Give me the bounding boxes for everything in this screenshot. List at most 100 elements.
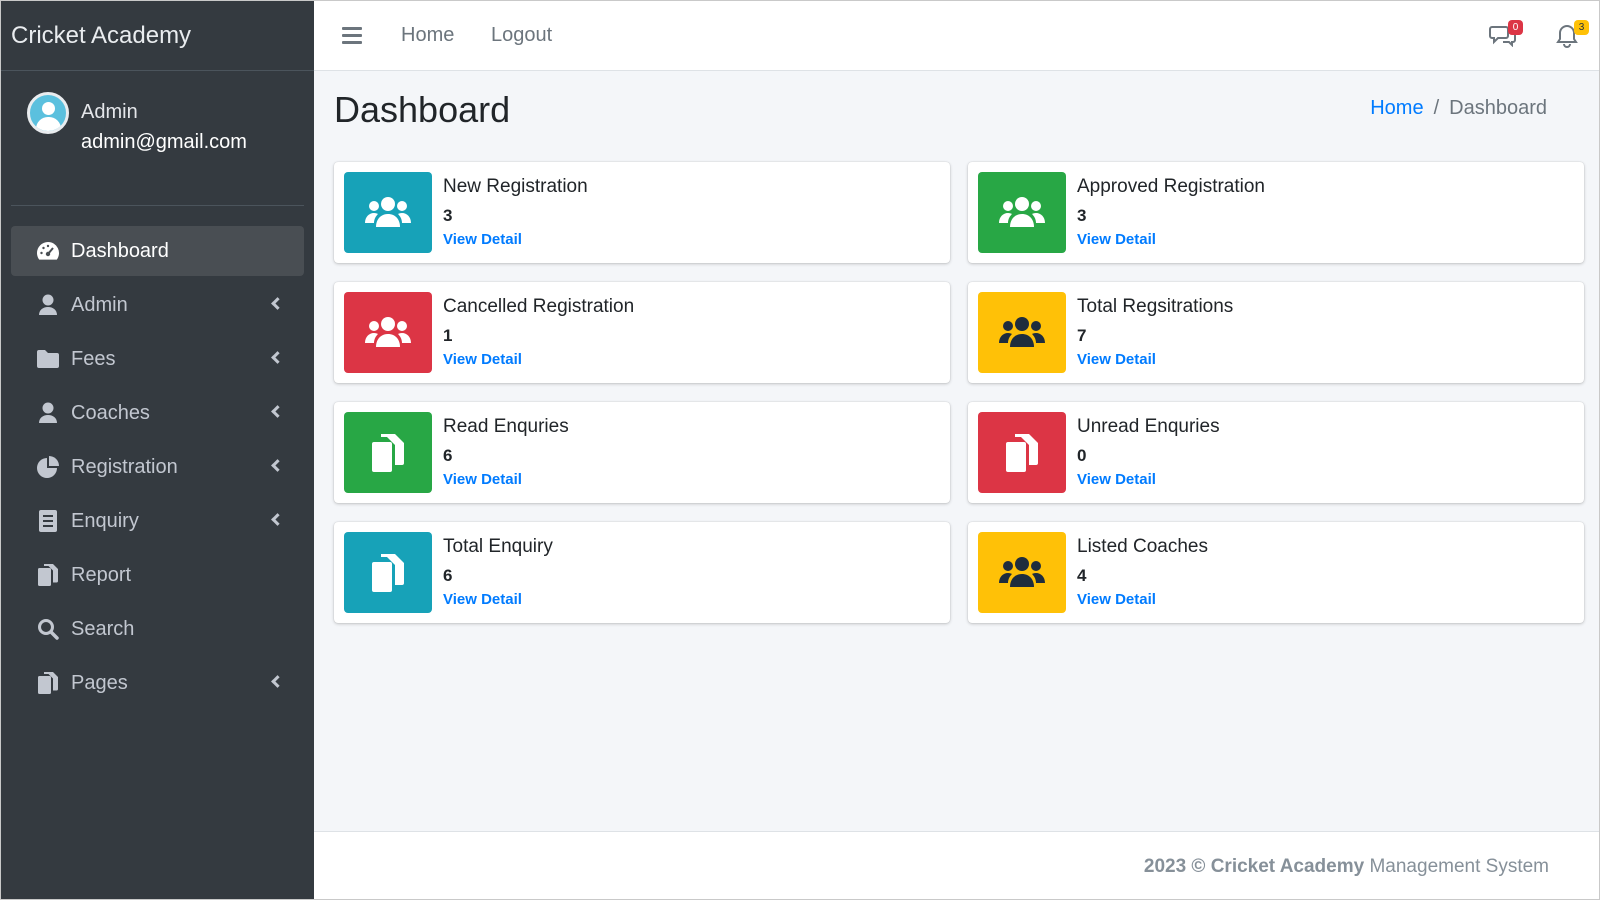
chevron-left-icon — [271, 675, 284, 688]
info-box-title: Total Enquiry — [443, 536, 553, 557]
sidebar-item-label: Fees — [71, 347, 116, 370]
user-icon — [35, 292, 61, 318]
brand-link[interactable]: Cricket Academy — [1, 1, 314, 71]
footer-suffix: Management System — [1369, 856, 1549, 877]
info-box-icon — [978, 172, 1066, 253]
breadcrumb-separator: / — [1433, 97, 1440, 119]
info-box-number: 0 — [1077, 446, 1087, 465]
info-box: Total Enquiry 6 View Detail — [334, 522, 950, 623]
breadcrumb-home-link[interactable]: Home — [1370, 97, 1423, 120]
sidebar-item-admin[interactable]: Admin — [11, 280, 304, 330]
view-detail-link[interactable]: View Detail — [1077, 351, 1156, 368]
copy-icon — [35, 562, 61, 588]
info-box: Read Enquries 6 View Detail — [334, 402, 950, 503]
info-box-number: 3 — [1077, 206, 1087, 225]
chevron-left-icon — [271, 459, 284, 472]
sidebar-item-label: Registration — [71, 455, 178, 478]
user-name[interactable]: Admin — [81, 101, 138, 124]
top-navbar: Home Logout 0 3 — [314, 1, 1599, 71]
info-box-icon — [344, 172, 432, 253]
menu-toggle-icon[interactable] — [342, 27, 362, 44]
sidebar-item-enquiry[interactable]: Enquiry — [11, 496, 304, 546]
info-box-number: 7 — [1077, 326, 1087, 345]
chevron-left-icon — [271, 351, 284, 364]
info-box-title: New Registration — [443, 176, 588, 197]
users-icon — [363, 313, 413, 353]
footer-brand-link[interactable]: Cricket Academy — [1211, 856, 1364, 877]
sidebar-item-pages[interactable]: Pages — [11, 658, 304, 708]
nav-link-logout[interactable]: Logout — [491, 24, 552, 47]
pie-chart-icon — [35, 454, 61, 480]
copy-icon — [1004, 432, 1040, 474]
users-icon — [997, 553, 1047, 593]
page-title: Dashboard — [334, 89, 511, 130]
sidebar-item-report[interactable]: Report — [11, 550, 304, 600]
info-box-icon — [978, 532, 1066, 613]
info-box: Unread Enquries 0 View Detail — [968, 402, 1584, 503]
chevron-left-icon — [271, 297, 284, 310]
search-icon — [35, 616, 61, 642]
sidebar-item-label: Coaches — [71, 401, 150, 424]
chevron-left-icon — [271, 405, 284, 418]
notifications-badge: 3 — [1574, 20, 1589, 35]
info-box: Approved Registration 3 View Detail — [968, 162, 1584, 263]
sidebar-item-search[interactable]: Search — [11, 604, 304, 654]
info-box-title: Listed Coaches — [1077, 536, 1208, 557]
chevron-left-icon — [271, 513, 284, 526]
view-detail-link[interactable]: View Detail — [443, 591, 522, 608]
info-box-number: 3 — [443, 206, 453, 225]
footer-year: 2023 © — [1143, 856, 1206, 877]
users-icon — [997, 313, 1047, 353]
info-box-number: 6 — [443, 446, 453, 465]
info-box-number: 6 — [443, 566, 453, 585]
info-box-title: Read Enquries — [443, 416, 569, 437]
messages-badge: 0 — [1508, 20, 1523, 35]
users-icon — [363, 193, 413, 233]
sidebar: Cricket Academy Admin admin@gmail.com Da… — [1, 1, 314, 899]
info-box-icon — [978, 412, 1066, 493]
messages-button[interactable]: 0 — [1489, 20, 1523, 51]
user-icon — [35, 400, 61, 426]
sidebar-item-label: Enquiry — [71, 509, 139, 532]
info-box: Total Regsitrations 7 View Detail — [968, 282, 1584, 383]
sidebar-item-label: Pages — [71, 671, 128, 694]
sidebar-item-label: Search — [71, 617, 135, 640]
nav-link-home[interactable]: Home — [401, 24, 454, 47]
book-icon — [35, 508, 61, 534]
info-box-icon — [344, 292, 432, 373]
sidebar-item-coaches[interactable]: Coaches — [11, 388, 304, 438]
info-box-title: Total Regsitrations — [1077, 296, 1234, 317]
info-box-icon — [344, 532, 432, 613]
info-box-title: Cancelled Registration — [443, 296, 635, 317]
copy-icon — [370, 552, 406, 594]
info-box-title: Approved Registration — [1077, 176, 1265, 197]
info-box-title: Unread Enquries — [1077, 416, 1220, 437]
view-detail-link[interactable]: View Detail — [1077, 231, 1156, 248]
sidebar-nav: Dashboard Admin Fees Coaches Registratio… — [11, 226, 304, 712]
breadcrumb-current: Dashboard — [1449, 97, 1547, 119]
copy-icon — [35, 670, 61, 696]
footer: 2023 © Cricket Academy Management System — [314, 831, 1599, 899]
view-detail-link[interactable]: View Detail — [1077, 471, 1156, 488]
copy-icon — [370, 432, 406, 474]
info-box-number: 1 — [443, 326, 453, 345]
view-detail-link[interactable]: View Detail — [1077, 591, 1156, 608]
view-detail-link[interactable]: View Detail — [443, 471, 522, 488]
view-detail-link[interactable]: View Detail — [443, 231, 522, 248]
user-panel: Admin admin@gmail.com — [11, 71, 304, 206]
sidebar-item-fees[interactable]: Fees — [11, 334, 304, 384]
info-box: Cancelled Registration 1 View Detail — [334, 282, 950, 383]
sidebar-item-dashboard[interactable]: Dashboard — [11, 226, 304, 276]
sidebar-item-label: Dashboard — [71, 239, 169, 262]
user-email: admin@gmail.com — [81, 131, 247, 153]
tachometer-icon — [35, 238, 61, 264]
avatar[interactable] — [27, 92, 69, 134]
info-box-number: 4 — [1077, 566, 1087, 585]
view-detail-link[interactable]: View Detail — [443, 351, 522, 368]
users-icon — [997, 193, 1047, 233]
footer-copyright: 2023 © Cricket Academy Management System — [1144, 856, 1549, 878]
notifications-button[interactable]: 3 — [1555, 20, 1589, 51]
sidebar-item-registration[interactable]: Registration — [11, 442, 304, 492]
sidebar-item-label: Admin — [71, 293, 128, 316]
app-window: Cricket Academy Admin admin@gmail.com Da… — [0, 0, 1600, 900]
